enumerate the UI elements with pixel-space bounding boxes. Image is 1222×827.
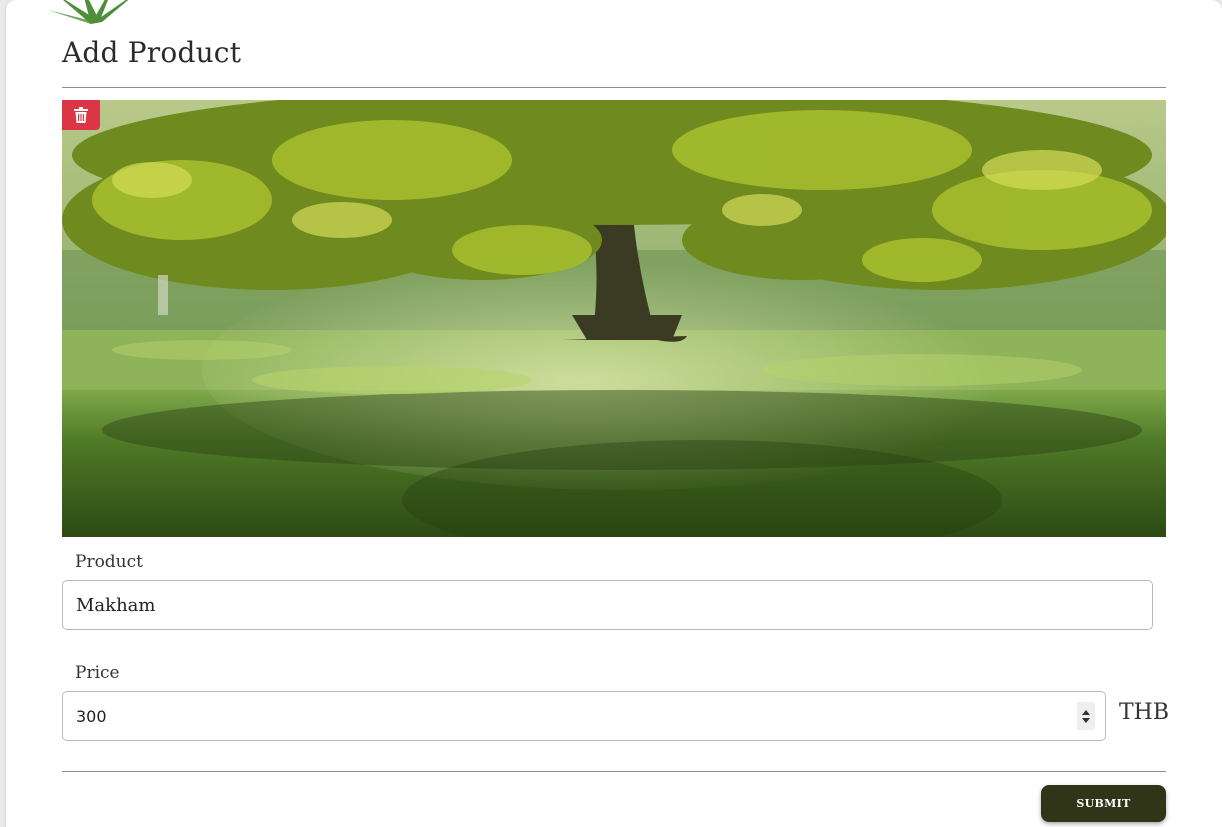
number-spinner[interactable] (1077, 702, 1095, 730)
cannabis-leaf-logo (48, 0, 129, 24)
price-input[interactable]: 300 (62, 691, 1106, 741)
submit-button[interactable]: SUBMIT (1041, 785, 1166, 822)
currency-label: THB (1119, 700, 1170, 725)
delete-image-button[interactable] (62, 100, 100, 130)
page-title: Add Product (62, 36, 242, 69)
increment-arrow-icon[interactable] (1082, 709, 1090, 715)
tree-photo (62, 100, 1166, 537)
divider (62, 87, 1166, 88)
divider (62, 771, 1166, 772)
product-input-value: Makham (76, 594, 156, 616)
product-input[interactable]: Makham (62, 580, 1153, 630)
decrement-arrow-icon[interactable] (1082, 717, 1090, 723)
trash-icon (74, 107, 88, 123)
product-image (62, 100, 1166, 537)
price-input-value: 300 (76, 706, 107, 726)
price-label: Price (75, 663, 120, 683)
product-label: Product (75, 552, 143, 572)
add-product-card: Add Product Product Makham Price 300 THB… (6, 0, 1222, 827)
